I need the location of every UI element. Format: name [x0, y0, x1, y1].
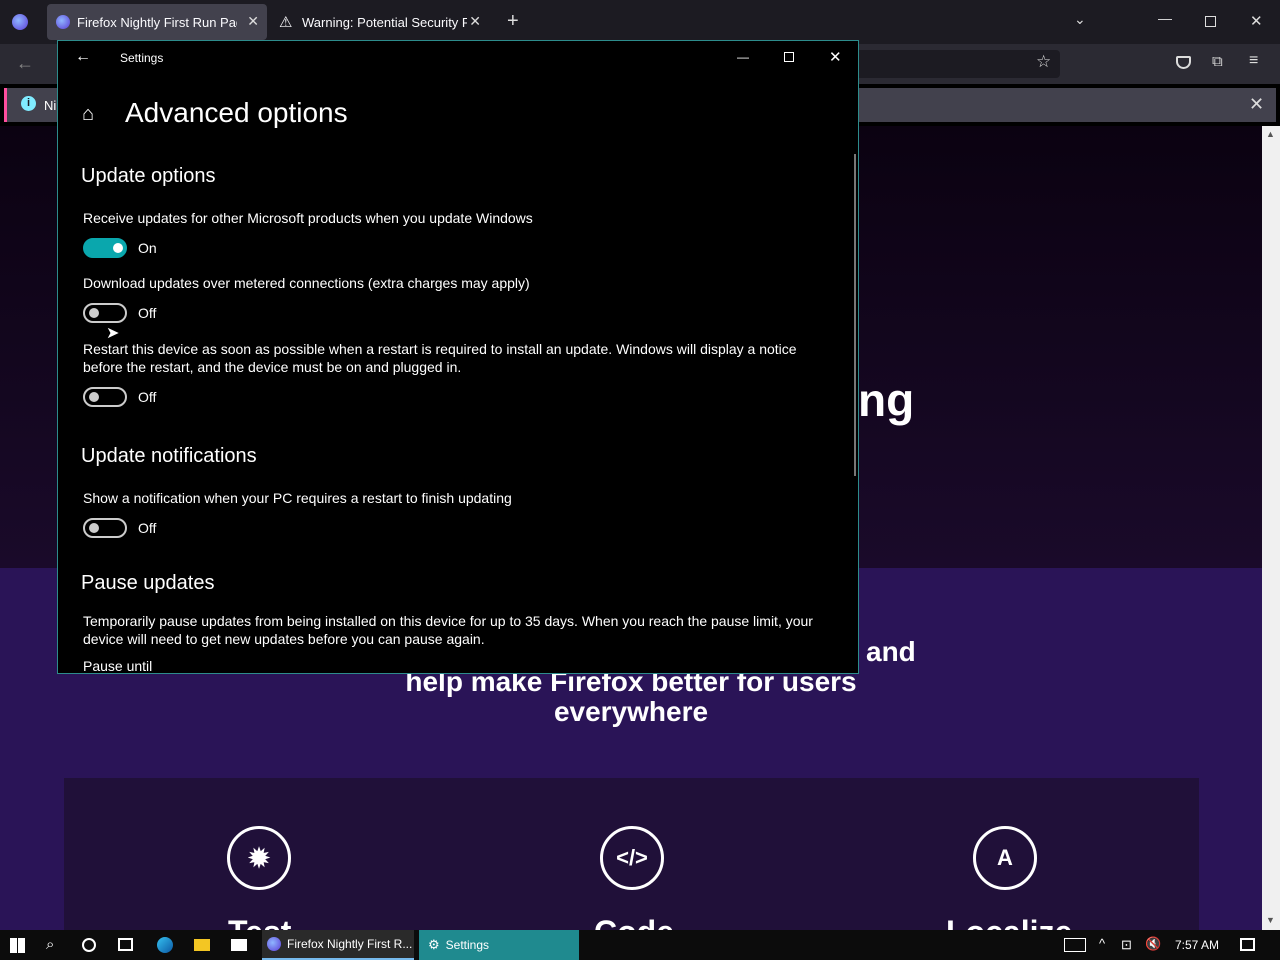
taskbar-app-label: Settings [445, 938, 490, 952]
firefox-icon [267, 937, 281, 951]
task-view-icon[interactable] [118, 938, 133, 951]
mouse-cursor-icon: ➤ [106, 325, 120, 342]
bug-icon: ✹ [227, 826, 291, 890]
network-icon[interactable]: ⊡ [1121, 937, 1132, 953]
option-label: Receive updates for other Microsoft prod… [83, 210, 533, 226]
pocket-icon[interactable] [1176, 56, 1191, 69]
tab-security-warning[interactable]: ⚠ Warning: Potential Security Risk ✕ [271, 4, 489, 40]
card-label: Code [594, 914, 674, 930]
minimize-icon[interactable]: — [1158, 10, 1172, 26]
gear-icon: ⚙ [428, 937, 440, 952]
card-label: Test [228, 914, 291, 930]
toggle-metered-connections[interactable] [83, 303, 127, 323]
windows-taskbar: ⌕ Firefox Nightly First R... ⚙ Settings … [0, 930, 1280, 960]
notification-center-icon[interactable] [1240, 938, 1255, 951]
search-icon[interactable]: ⌕ [46, 936, 54, 953]
option-label: Restart this device as soon as possible … [83, 341, 797, 375]
settings-scrollbar[interactable] [854, 154, 856, 476]
browser-tab-bar: Firefox Nightly First Run Page ✕ ⚠ Warni… [0, 0, 1280, 44]
news-icon[interactable] [1064, 938, 1086, 952]
back-icon[interactable]: ← [75, 48, 91, 66]
notification-text: Ni [44, 98, 57, 113]
list-tabs-icon[interactable]: ⌄ [1074, 11, 1086, 28]
back-icon[interactable]: ← [16, 53, 34, 74]
tab-title: Firefox Nightly First Run Page [77, 15, 237, 30]
toggle-restart-asap[interactable] [83, 387, 127, 407]
subheading-line: everywhere [553, 696, 709, 727]
option-label: Download updates over metered connection… [83, 275, 530, 291]
chevron-up-icon[interactable]: ^ [1099, 936, 1105, 951]
hero-heading-fragment: ng [858, 374, 915, 426]
app-menu-icon[interactable]: ≡ [1249, 52, 1258, 70]
card-label: Localize [946, 914, 1072, 930]
firefox-menu-icon[interactable] [12, 14, 28, 30]
home-icon[interactable]: ⌂ [82, 103, 94, 126]
pause-description: Temporarily pause updates from being ins… [83, 613, 813, 647]
toggle-other-ms-products[interactable] [83, 238, 127, 258]
section-heading: Update options [81, 165, 216, 187]
edge-icon[interactable] [157, 937, 173, 953]
scroll-down-icon[interactable]: ▼ [1266, 915, 1275, 925]
toggle-state: Off [138, 305, 157, 321]
volume-muted-icon[interactable]: 🔇 [1145, 936, 1161, 952]
taskbar-app-label: Firefox Nightly First R... [287, 937, 413, 951]
restore-icon[interactable] [1205, 16, 1216, 27]
scroll-up-icon[interactable]: ▲ [1266, 129, 1275, 139]
section-heading: Update notifications [81, 445, 257, 467]
maximize-icon[interactable] [784, 52, 794, 62]
tab-title: Warning: Potential Security Risk [302, 15, 467, 30]
firefox-icon [56, 15, 70, 29]
windows-start-icon[interactable] [10, 938, 25, 953]
translate-icon: A [973, 826, 1037, 890]
file-explorer-icon[interactable] [194, 939, 210, 951]
toggle-state: On [138, 240, 157, 256]
toggle-state: Off [138, 389, 157, 405]
window-title: Settings [120, 51, 164, 65]
close-notification-icon[interactable]: ✕ [1249, 94, 1264, 115]
taskbar-app-settings[interactable]: ⚙ Settings [419, 930, 579, 960]
minimize-icon[interactable]: — [737, 50, 749, 64]
section-heading: Pause updates [81, 572, 215, 594]
toggle-restart-notification[interactable] [83, 518, 127, 538]
toggle-state: Off [138, 520, 157, 536]
code-icon: </> [600, 826, 664, 890]
mail-icon[interactable] [231, 939, 247, 951]
option-label: Show a notification when your PC require… [83, 490, 512, 506]
close-icon[interactable]: ✕ [829, 48, 842, 66]
text-fragment-and: and [866, 636, 916, 667]
page-scrollbar[interactable]: ▲ ▼ [1262, 126, 1280, 930]
settings-title-bar: ← Settings — ✕ [58, 41, 858, 75]
close-tab-icon[interactable]: ✕ [247, 13, 259, 30]
pause-until-label: Pause until [83, 658, 153, 674]
warning-icon: ⚠ [279, 14, 293, 31]
tab-firefox-first-run[interactable]: Firefox Nightly First Run Page ✕ [47, 4, 267, 40]
bookmark-star-icon[interactable]: ☆ [1036, 52, 1051, 72]
close-tab-icon[interactable]: ✕ [469, 13, 481, 30]
page-title: Advanced options [125, 97, 348, 128]
taskbar-app-firefox[interactable]: Firefox Nightly First R... [262, 930, 414, 960]
settings-window: ← Settings — ✕ ⌂ Advanced options Update… [57, 40, 859, 674]
extensions-icon[interactable]: ⧉ [1212, 53, 1223, 70]
clock-time[interactable]: 7:57 AM [1175, 938, 1219, 952]
cortana-icon[interactable] [82, 938, 96, 952]
close-window-icon[interactable]: ✕ [1250, 12, 1263, 30]
info-icon: i [21, 96, 36, 111]
new-tab-icon[interactable]: + [507, 10, 519, 33]
